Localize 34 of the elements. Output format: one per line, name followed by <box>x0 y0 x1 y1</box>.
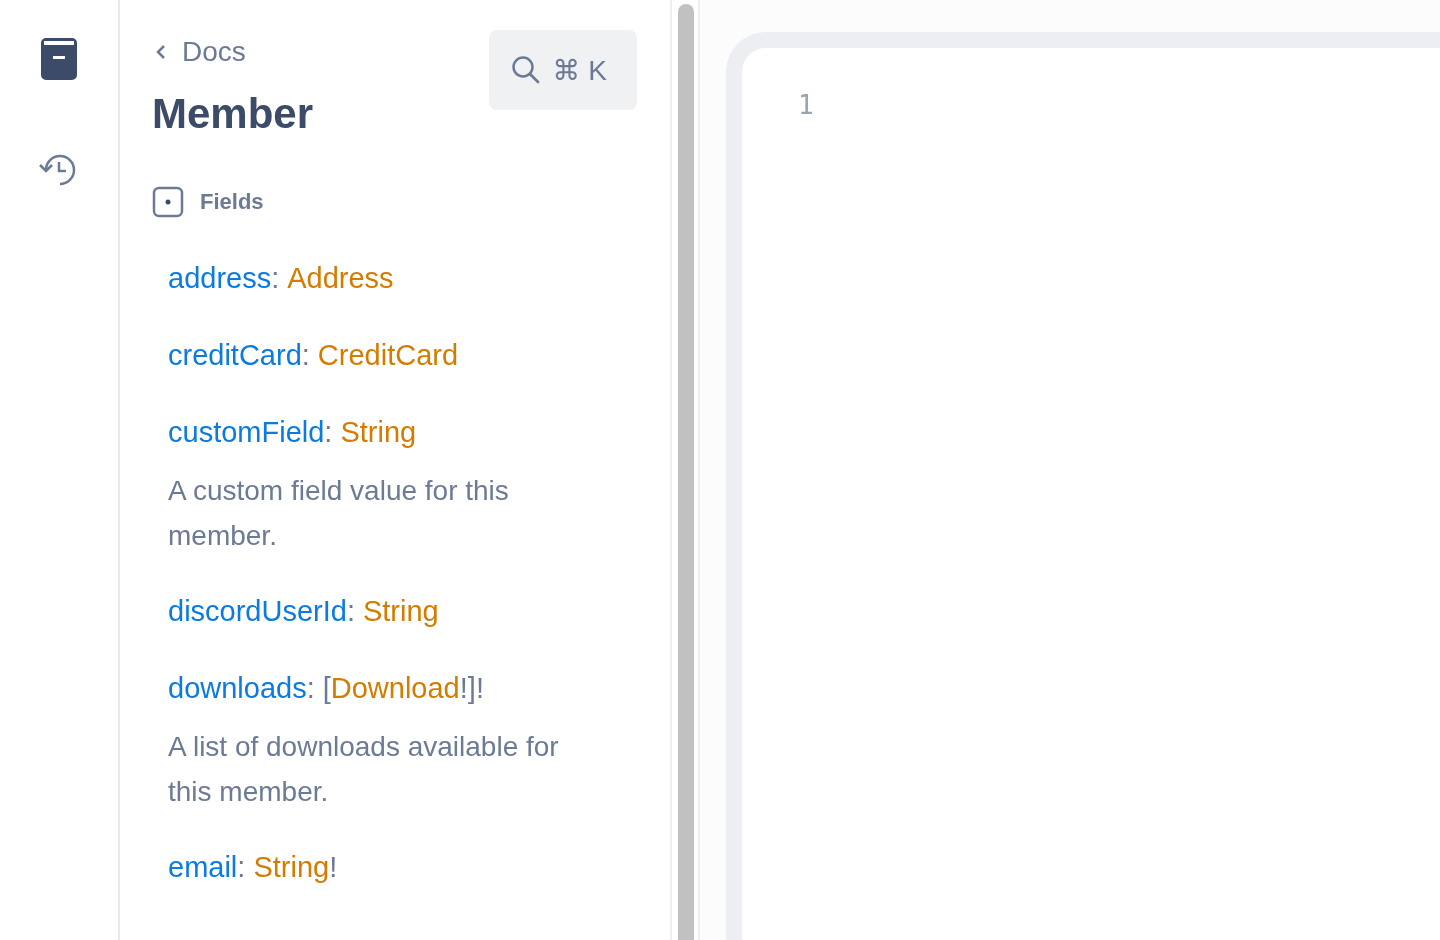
chevron-left-icon <box>156 44 166 60</box>
search-icon <box>510 55 541 85</box>
field-description: A custom field value for this member. <box>168 474 510 553</box>
page-title: Member <box>152 90 314 138</box>
field-icon <box>152 186 184 218</box>
field-name-link[interactable]: discordUserId <box>168 595 347 627</box>
scrollbar-thumb[interactable] <box>678 4 694 940</box>
type-name-link[interactable]: String <box>340 416 417 448</box>
back-link[interactable]: Docs <box>152 36 314 68</box>
type-name-link[interactable]: String <box>362 595 439 627</box>
separator: : <box>324 416 333 448</box>
field-name-link[interactable]: address <box>168 262 272 294</box>
search-button[interactable]: ⌘ K <box>488 30 637 110</box>
separator: : <box>306 672 315 704</box>
type-name-link[interactable]: Download <box>330 672 460 704</box>
section-heading: Fields <box>200 189 264 215</box>
type-modifier: ! <box>329 851 338 883</box>
editor-card[interactable]: 1 <box>726 32 1440 940</box>
line-number: 1 <box>798 90 814 120</box>
separator: : <box>346 595 355 627</box>
field-name-link[interactable]: downloads <box>168 672 307 704</box>
type-bracket: [ <box>322 672 331 704</box>
field-name-link[interactable]: email <box>168 851 238 883</box>
book-icon[interactable] <box>41 38 77 80</box>
field-name-link[interactable]: creditCard <box>168 339 302 371</box>
field-description: A list of downloads available for this member. <box>168 730 560 809</box>
separator: : <box>271 262 280 294</box>
type-name-link[interactable]: CreditCard <box>317 339 459 371</box>
separator: : <box>301 339 310 371</box>
separator: : <box>237 851 246 883</box>
type-modifier: !]! <box>459 672 484 704</box>
type-name-link[interactable]: String <box>253 851 330 883</box>
field-name-link[interactable]: customField <box>168 416 325 448</box>
type-name-link[interactable]: Address <box>287 262 394 294</box>
